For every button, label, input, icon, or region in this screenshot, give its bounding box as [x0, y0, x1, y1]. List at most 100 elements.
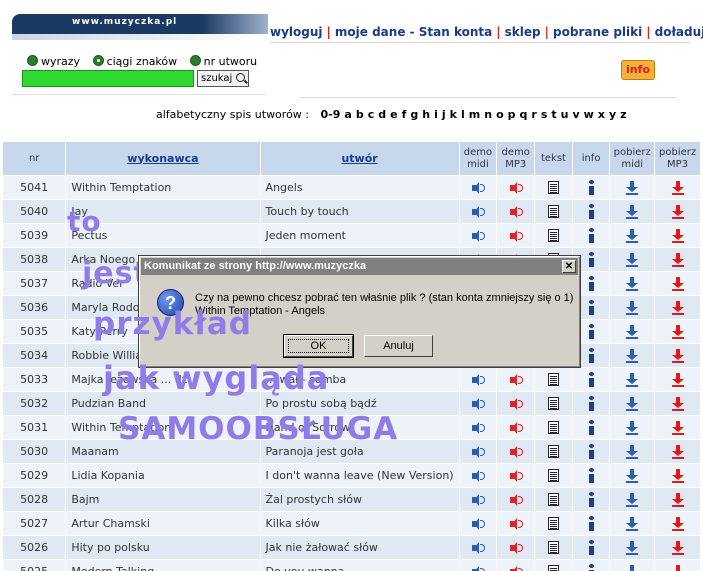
cell-download-midi[interactable] — [609, 463, 656, 488]
speaker-icon[interactable] — [509, 374, 523, 386]
cell-info[interactable] — [571, 511, 611, 536]
alphabet-letter-h[interactable]: h — [422, 108, 430, 121]
cell-demo-midi[interactable] — [458, 559, 498, 571]
alphabet-letter-x[interactable]: x — [598, 108, 605, 121]
alphabet-letter-u[interactable]: u — [561, 108, 569, 121]
cell-demo-midi[interactable] — [458, 487, 498, 512]
info-icon[interactable] — [588, 396, 594, 411]
alphabet-letter-q[interactable]: q — [520, 108, 528, 121]
speaker-icon[interactable] — [471, 566, 485, 571]
document-icon[interactable] — [547, 373, 559, 387]
cell-download-mp3[interactable] — [654, 415, 701, 440]
speaker-icon[interactable] — [509, 446, 523, 458]
alphabet-letter-z[interactable]: z — [620, 108, 626, 121]
col-title[interactable]: utwór — [259, 141, 460, 176]
alphabet-letter-s[interactable]: s — [541, 108, 548, 121]
cell-demo-mp3[interactable] — [496, 487, 536, 512]
cell-demo-mp3[interactable] — [496, 415, 536, 440]
cell-demo-mp3[interactable] — [496, 559, 536, 571]
speaker-icon[interactable] — [509, 470, 523, 482]
info-icon[interactable] — [588, 324, 594, 339]
alphabet-letter-l[interactable]: l — [461, 108, 465, 121]
alphabet-letter-d[interactable]: d — [378, 108, 386, 121]
alphabet-letter-y[interactable]: y — [609, 108, 616, 121]
alphabet-letter-v[interactable]: v — [573, 108, 580, 121]
download-icon[interactable] — [626, 445, 639, 459]
cell-text[interactable] — [534, 391, 573, 416]
cell-demo-midi[interactable] — [458, 415, 498, 440]
alphabet-letter-c[interactable]: c — [368, 108, 375, 121]
download-icon[interactable] — [671, 277, 684, 291]
cell-text[interactable] — [534, 487, 573, 512]
document-icon[interactable] — [547, 565, 559, 571]
alphabet-letter-p[interactable]: p — [508, 108, 516, 121]
speaker-icon[interactable] — [471, 206, 485, 218]
cell-download-mp3[interactable] — [654, 295, 701, 320]
cell-demo-midi[interactable] — [458, 223, 498, 248]
cell-download-midi[interactable] — [609, 535, 656, 560]
nav-my-data[interactable]: moje dane - Stan konta — [335, 25, 492, 39]
cell-info[interactable] — [571, 199, 611, 224]
speaker-icon[interactable] — [509, 494, 523, 506]
download-icon[interactable] — [626, 373, 639, 387]
cell-text[interactable] — [534, 367, 573, 392]
cell-demo-midi[interactable] — [458, 175, 498, 200]
cell-download-mp3[interactable] — [654, 271, 701, 296]
download-icon[interactable] — [671, 421, 684, 435]
info-icon[interactable] — [588, 372, 594, 387]
document-icon[interactable] — [547, 181, 559, 195]
download-icon[interactable] — [671, 493, 684, 507]
cell-demo-mp3[interactable] — [496, 535, 536, 560]
speaker-icon[interactable] — [509, 206, 523, 218]
speaker-icon[interactable] — [471, 446, 485, 458]
cell-text[interactable] — [534, 175, 573, 200]
radio-strings[interactable]: ciągi znaków — [92, 55, 177, 68]
cell-text[interactable] — [534, 511, 573, 536]
cell-download-midi[interactable] — [609, 319, 656, 344]
download-icon[interactable] — [626, 253, 639, 267]
speaker-icon[interactable] — [509, 398, 523, 410]
speaker-icon[interactable] — [471, 422, 485, 434]
cell-download-midi[interactable] — [609, 511, 656, 536]
cell-info[interactable] — [571, 439, 611, 464]
col-artist[interactable]: wykonawca — [65, 141, 261, 176]
speaker-icon[interactable] — [471, 182, 485, 194]
cell-download-mp3[interactable] — [654, 367, 701, 392]
speaker-icon[interactable] — [471, 230, 485, 242]
alphabet-letter-t[interactable]: t — [551, 108, 556, 121]
cell-download-midi[interactable] — [609, 295, 656, 320]
cell-text[interactable] — [534, 223, 573, 248]
cell-text[interactable] — [534, 415, 573, 440]
info-badge[interactable]: info — [621, 60, 655, 80]
cancel-button[interactable]: Anuluj — [364, 335, 433, 357]
document-icon[interactable] — [547, 397, 559, 411]
document-icon[interactable] — [547, 229, 559, 243]
cell-demo-mp3[interactable] — [496, 463, 536, 488]
alphabet-letter-w[interactable]: w — [584, 108, 594, 121]
cell-text[interactable] — [534, 199, 573, 224]
cell-download-mp3[interactable] — [654, 487, 701, 512]
cell-info[interactable] — [571, 223, 611, 248]
download-icon[interactable] — [626, 229, 639, 243]
download-icon[interactable] — [671, 517, 684, 531]
info-icon[interactable] — [588, 444, 594, 459]
download-icon[interactable] — [626, 541, 639, 555]
download-icon[interactable] — [671, 325, 684, 339]
alphabet-letter-e[interactable]: e — [390, 108, 397, 121]
alphabet-letter-j[interactable]: j — [442, 108, 446, 121]
alphabet-letter-n[interactable]: n — [484, 108, 492, 121]
cell-download-mp3[interactable] — [654, 223, 701, 248]
speaker-icon[interactable] — [509, 518, 523, 530]
speaker-icon[interactable] — [471, 470, 485, 482]
cell-download-mp3[interactable] — [654, 535, 701, 560]
cell-download-mp3[interactable] — [654, 439, 701, 464]
download-icon[interactable] — [626, 277, 639, 291]
download-icon[interactable] — [626, 469, 639, 483]
speaker-icon[interactable] — [471, 518, 485, 530]
cell-info[interactable] — [571, 175, 611, 200]
download-icon[interactable] — [671, 205, 684, 219]
download-icon[interactable] — [671, 229, 684, 243]
cell-text[interactable] — [534, 439, 573, 464]
info-icon[interactable] — [588, 564, 594, 571]
cell-demo-mp3[interactable] — [496, 367, 536, 392]
